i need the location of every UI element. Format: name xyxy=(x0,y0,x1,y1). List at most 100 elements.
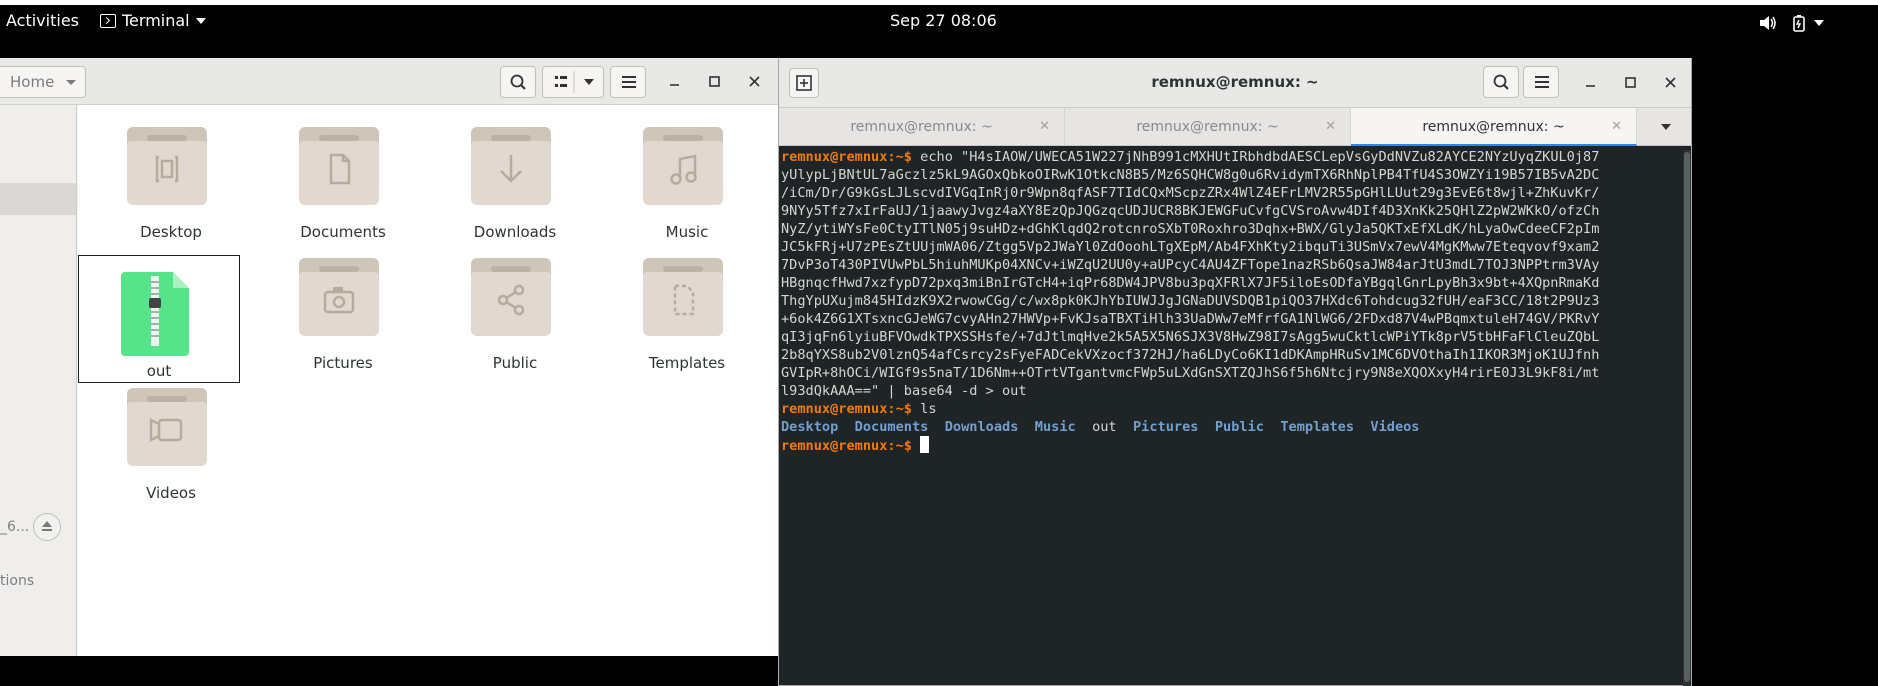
archive-file-icon xyxy=(121,272,189,356)
terminal-tab[interactable]: remnux@remnux: ~ ✕ xyxy=(779,108,1065,146)
terminal-output[interactable]: remnux@remnux:~$ echo "H4sIAOW/UWECA51W2… xyxy=(779,148,1679,686)
terminal-titlebar: remnux@remnux: ~ xyxy=(779,58,1691,108)
clock[interactable]: Sep 27 08:06 xyxy=(890,11,997,30)
sidebar-item-other-locations[interactable]: tions xyxy=(0,573,34,589)
ls-entry: Downloads xyxy=(944,419,1019,435)
tab-label: remnux@remnux: ~ xyxy=(850,119,993,135)
chevron-down-icon xyxy=(195,17,206,24)
search-button[interactable] xyxy=(500,66,536,98)
app-menu[interactable]: Terminal xyxy=(100,11,206,30)
echo-command: echo "H4sIAOW/UWECA51W227jNhB991cMXHUtIR… xyxy=(911,149,1600,165)
terminal-scrollbar[interactable] xyxy=(1683,150,1691,686)
ls-entry: Documents xyxy=(854,419,929,435)
ls-command: ls xyxy=(911,401,937,417)
echo-line: ThgYpUXujm845HIdzK9X2rwowCGg/c/wx8pk0KJh… xyxy=(781,293,1600,309)
volume-icon xyxy=(1760,16,1776,30)
hamburger-icon xyxy=(1535,76,1549,88)
item-label: Public xyxy=(492,354,538,372)
public-folder-icon xyxy=(471,258,551,336)
system-menu-chevron-icon xyxy=(1814,20,1824,26)
echo-line: HBgnqcfHwd7xzfypD72pxq3miBnIrGTcH4+iqPr6… xyxy=(781,275,1600,291)
echo-line: /iCm/Dr/G9kGsLJLscvdIVGqInRj0r9Wpn8qfASF… xyxy=(781,185,1600,201)
prompt: remnux@remnux:~$ xyxy=(781,149,912,165)
terminal-search-button[interactable] xyxy=(1483,66,1519,98)
folder-desktop[interactable]: Desktop xyxy=(90,117,252,245)
terminal-tab[interactable]: remnux@remnux: ~ ✕ xyxy=(1065,108,1351,146)
echo-line: GVIpR+8hOCi/WIGf9s5naT/1D6Nm++OTrtVTgant… xyxy=(781,365,1600,381)
menu-button[interactable] xyxy=(610,66,646,98)
item-label: Documents xyxy=(300,223,386,241)
videos-folder-icon xyxy=(127,388,207,466)
prompt: remnux@remnux:~$ xyxy=(781,438,912,454)
view-options-button[interactable] xyxy=(542,66,604,98)
text-cursor xyxy=(920,436,930,453)
ls-entry: Templates xyxy=(1280,419,1355,435)
folder-pictures[interactable]: Pictures xyxy=(262,248,424,376)
documents-folder-icon xyxy=(299,127,379,205)
music-folder-icon xyxy=(643,127,723,205)
folder-music[interactable]: Music xyxy=(606,117,768,245)
item-label: Desktop xyxy=(140,223,202,241)
terminal-menu-button[interactable] xyxy=(1523,66,1559,98)
path-chevron-icon xyxy=(66,80,76,85)
ls-entry: Music xyxy=(1034,419,1076,435)
maximize-icon[interactable] xyxy=(1621,73,1641,93)
top-bar: Activities Terminal Sep 27 08:06 xyxy=(0,0,1878,38)
file-manager-window: Home _6... tions Desktop Documents Downl… xyxy=(0,58,778,656)
search-icon xyxy=(510,74,526,90)
item-label: Downloads xyxy=(473,223,557,241)
minimize-icon[interactable] xyxy=(665,72,685,92)
templates-folder-icon xyxy=(643,258,723,336)
item-label: Pictures xyxy=(313,354,373,372)
terminal-window: remnux@remnux: ~ remnux@remnux: ~ ✕ remn… xyxy=(778,58,1692,686)
ls-entry: out xyxy=(1092,419,1117,435)
ls-output: Desktop Documents Downloads Music out Pi… xyxy=(781,418,1679,436)
list-view-icon xyxy=(555,71,594,93)
hamburger-icon xyxy=(622,76,636,88)
file-manager-header: Home xyxy=(0,58,778,105)
pictures-folder-icon xyxy=(299,258,379,336)
echo-line: +6ok4Z6G1XTsxncGJeWG7cvyAHn27HWVp+FvKJsa… xyxy=(781,311,1600,327)
terminal-icon xyxy=(100,13,116,28)
activities-button[interactable]: Activities xyxy=(6,11,79,30)
path-bar-home[interactable]: Home xyxy=(0,66,86,98)
echo-line: qI3jqFn6lyiuBFVOwdkTPXSSHsfe/+7dJtlmqHve… xyxy=(781,329,1600,345)
folder-public[interactable]: Public xyxy=(434,248,596,376)
tab-close-icon[interactable]: ✕ xyxy=(1039,108,1050,146)
item-label: Templates xyxy=(648,354,726,372)
folder-documents[interactable]: Documents xyxy=(262,117,424,245)
eject-icon[interactable] xyxy=(33,513,61,541)
folder-downloads[interactable]: Downloads xyxy=(434,117,596,245)
folder-videos[interactable]: Videos xyxy=(90,378,252,506)
item-label: Videos xyxy=(146,484,196,502)
desktop-folder-icon xyxy=(127,127,207,205)
item-label: Music xyxy=(665,223,709,241)
close-icon[interactable] xyxy=(745,72,765,92)
sidebar-item-volume[interactable]: _6... xyxy=(0,519,29,535)
tab-close-icon[interactable]: ✕ xyxy=(1325,108,1336,146)
echo-line: 7DvP3oT430PIVUwPbL5hiuhMUKp04XNCv+iWZqU2… xyxy=(781,257,1600,273)
ls-entry: Pictures xyxy=(1133,419,1199,435)
terminal-tab-active[interactable]: remnux@remnux: ~ ✕ xyxy=(1351,108,1637,146)
ls-entry: Desktop xyxy=(781,419,839,435)
scrollbar-thumb[interactable] xyxy=(1684,152,1690,682)
app-menu-label: Terminal xyxy=(122,11,190,30)
prompt: remnux@remnux:~$ xyxy=(781,401,912,417)
close-icon[interactable] xyxy=(1661,73,1681,93)
downloads-folder-icon xyxy=(471,127,551,205)
tab-close-icon[interactable]: ✕ xyxy=(1611,108,1622,146)
echo-line: yUlypLjBNtUL7aGczlz5kL9AGOxQbkoOIRwK1Otk… xyxy=(781,167,1600,183)
file-out[interactable]: out xyxy=(78,255,240,383)
sidebar-item-selected[interactable] xyxy=(0,183,76,215)
folder-templates[interactable]: Templates xyxy=(606,248,768,376)
system-tray[interactable] xyxy=(1758,9,1878,37)
echo-line: NyZ/ytiWYsFe0CtyITlN05j9suHDz+dGhKlqdQ2r… xyxy=(781,221,1600,237)
maximize-icon[interactable] xyxy=(705,72,725,92)
search-icon xyxy=(1493,74,1509,90)
echo-line: 2b8qYXS8ub2V0lznQ54afCsrcy2sFyeFADCekVXz… xyxy=(781,347,1600,363)
minimize-icon[interactable] xyxy=(1581,73,1601,93)
echo-line: l93dQkAAA==" | base64 -d > out xyxy=(781,383,1027,399)
path-label: Home xyxy=(10,73,55,91)
tab-list-chevron-icon[interactable] xyxy=(1661,124,1671,130)
tab-label: remnux@remnux: ~ xyxy=(1422,119,1565,135)
